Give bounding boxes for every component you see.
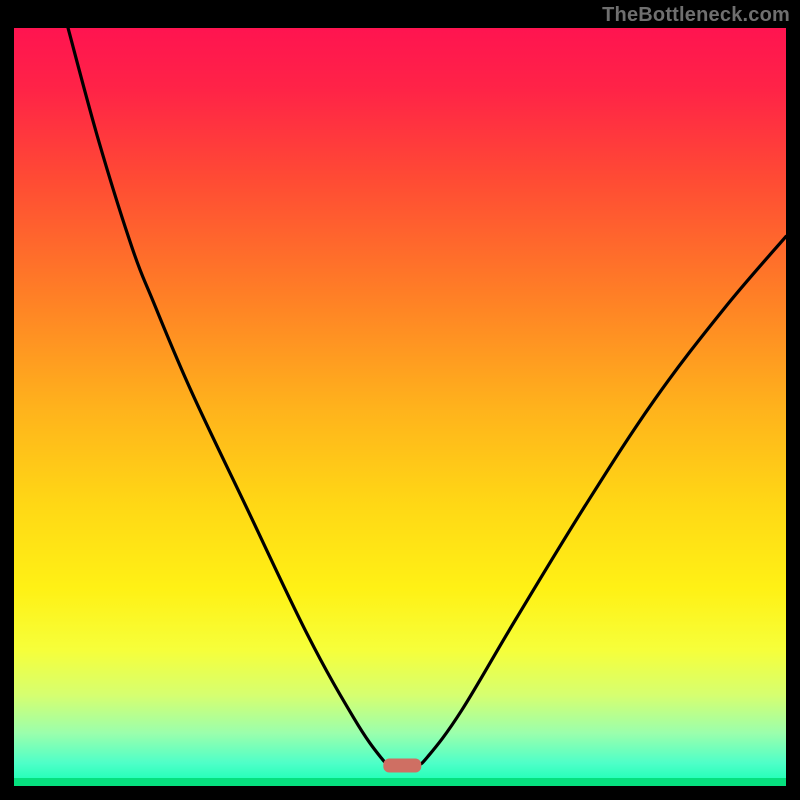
- baseline-strip: [14, 778, 786, 786]
- chart-background: [14, 28, 786, 786]
- watermark-text: TheBottleneck.com: [602, 4, 790, 27]
- chart-container: TheBottleneck.com: [0, 0, 800, 800]
- chart-svg: [0, 0, 800, 800]
- optimal-marker: [383, 759, 421, 773]
